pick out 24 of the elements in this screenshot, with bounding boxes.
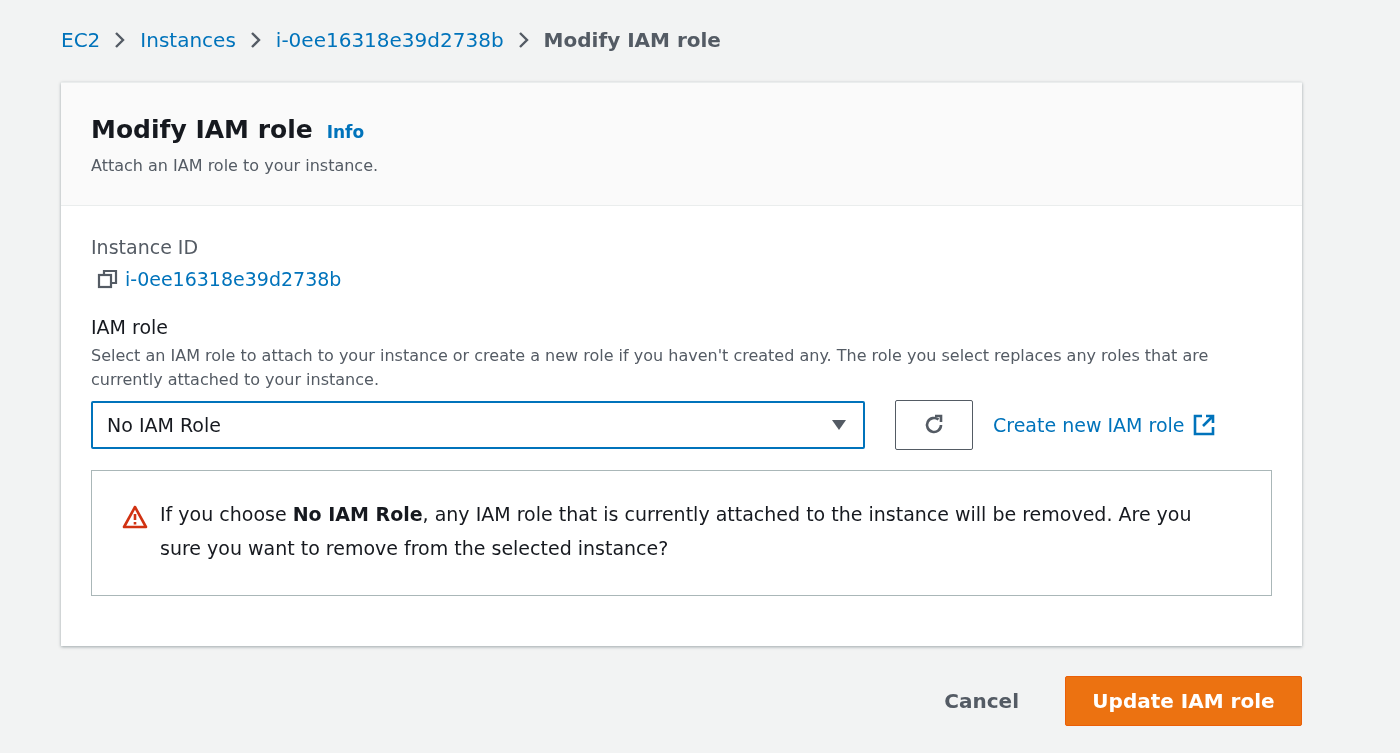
panel-description: Attach an IAM role to your instance. (91, 156, 380, 175)
warning-text: If you choose No IAM Role, any IAM role that is currently attached to the instance will be removed. Are you sure you want to remove from the selected instance? (160, 502, 1193, 561)
field-label: IAM role (91, 316, 170, 338)
field-description: Select an IAM role to attach to your instance or create a new role if you haven't created any. The role you select replaces any roles that are currently attached to your instance. (91, 345, 1210, 391)
refresh-button[interactable] (895, 400, 973, 450)
breadcrumb-link[interactable]: i-0ee16318e39d2738b (275, 28, 504, 52)
chevron-right-icon (517, 31, 530, 49)
cancel-button[interactable]: Cancel (938, 679, 1025, 723)
breadcrumb-link[interactable]: Instances (140, 28, 236, 52)
caret-icon (831, 419, 847, 431)
chevron-right-icon (114, 31, 127, 49)
external-link-icon (1192, 414, 1215, 436)
breadcrumb-current: Modify IAM role (543, 28, 721, 52)
warning-icon (122, 505, 148, 529)
role-select[interactable]: No IAM Role (91, 401, 865, 449)
chevron-right-icon (249, 31, 262, 49)
copy-icon[interactable] (97, 268, 119, 290)
info-link[interactable]: Info (326, 122, 365, 142)
create-role-link[interactable]: Create new IAM role (993, 414, 1185, 436)
panel-title: Modify IAM role (91, 115, 313, 144)
instance-id-link[interactable]: i-0ee16318e39d2738b (125, 268, 342, 290)
update-button[interactable]: Update IAM role (1065, 676, 1302, 726)
field-label: Instance ID (91, 236, 200, 258)
breadcrumb-link[interactable]: EC2 (61, 28, 101, 52)
